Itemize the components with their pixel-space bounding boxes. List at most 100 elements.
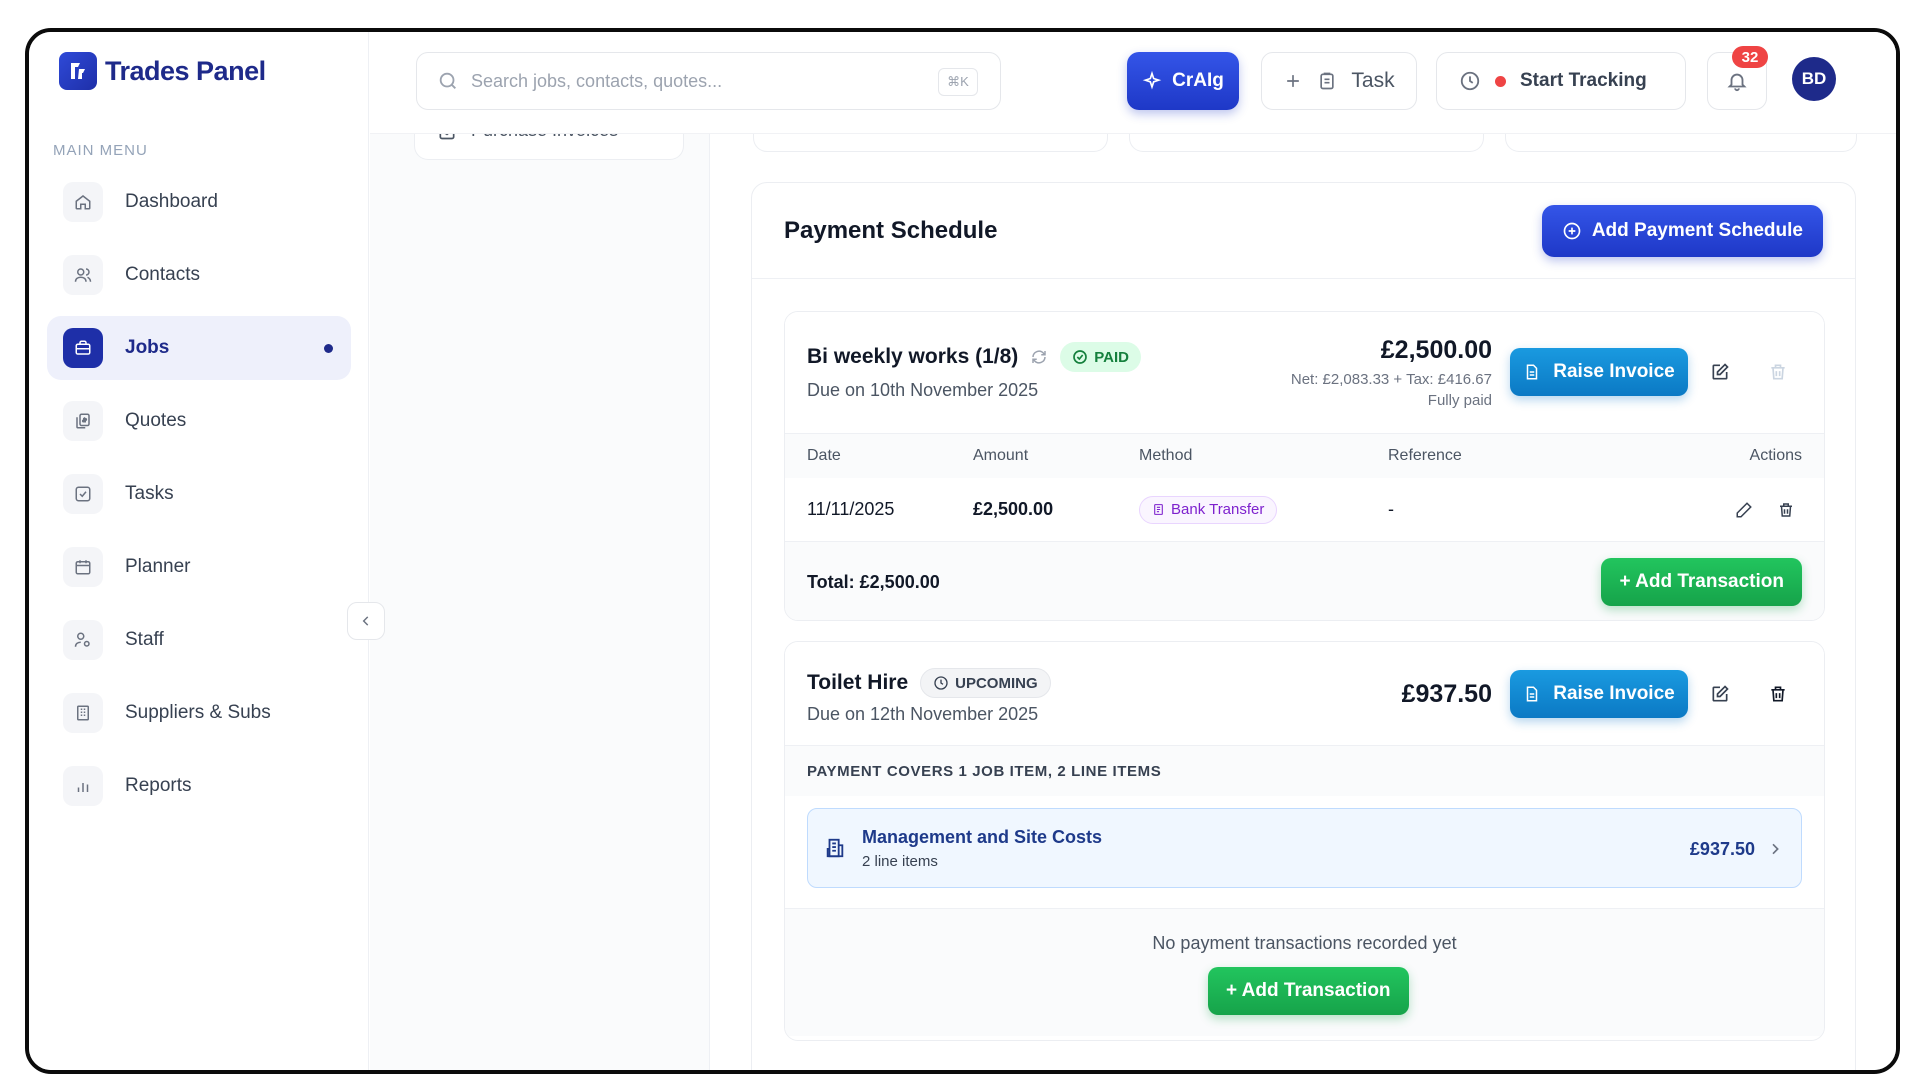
status-label: UPCOMING	[955, 674, 1038, 692]
sidebar-item-dashboard[interactable]: Dashboard	[47, 170, 351, 234]
receipt-icon	[1154, 504, 1163, 515]
edit-icon	[1712, 685, 1729, 702]
column-header-actions: Actions	[1749, 447, 1802, 464]
edit-schedule-button[interactable]	[1704, 356, 1736, 388]
schedule-header: Toilet Hire UPCOMING Due on 12th Novembe…	[785, 642, 1824, 746]
plus-icon	[1287, 75, 1300, 87]
sidebar-item-contacts[interactable]: Contacts	[47, 243, 351, 307]
schedule-amount-block: £937.50	[1402, 680, 1492, 709]
main-nav: Dashboard Contacts Jobs Quotes Tasks Pla…	[47, 170, 351, 827]
covered-job-item[interactable]: Management and Site Costs 2 line items £…	[807, 808, 1802, 888]
search-input[interactable]	[471, 70, 911, 92]
schedule-item: Bi weekly works (1/8) PAID Due on 10th N…	[784, 311, 1825, 621]
column-header-date: Date	[807, 447, 841, 464]
building-icon	[826, 838, 844, 858]
plus-circle-icon	[1563, 222, 1581, 240]
edit-transaction-button[interactable]	[1728, 494, 1760, 526]
transaction-date: 11/11/2025	[807, 499, 895, 519]
check-circle-icon	[1073, 350, 1088, 364]
trash-icon	[1771, 364, 1785, 380]
payment-method-badge: Bank Transfer	[1139, 495, 1278, 524]
schedule-header: Bi weekly works (1/8) PAID Due on 10th N…	[785, 312, 1824, 434]
delete-transaction-button[interactable]	[1770, 494, 1802, 526]
bell-icon	[1727, 73, 1747, 92]
trash-icon	[1771, 686, 1785, 702]
raise-invoice-label: Raise Invoice	[1553, 683, 1675, 704]
column-header-reference: Reference	[1388, 447, 1462, 464]
bar-chart-icon	[63, 766, 103, 806]
sidebar-item-planner[interactable]: Planner	[47, 535, 351, 599]
app-window: Trades Panel MAIN MENU Dashboard Contact…	[25, 28, 1900, 1074]
user-avatar[interactable]: BD	[1792, 57, 1836, 101]
collapse-sidebar-button[interactable]	[347, 602, 385, 640]
payment-covers-label: PAYMENT COVERS 1 JOB ITEM, 2 LINE ITEMS	[785, 746, 1824, 796]
schedule-name: Toilet Hire	[807, 671, 909, 694]
chevron-left-icon	[362, 616, 369, 626]
sidebar-item-label: Reports	[125, 775, 192, 796]
delete-schedule-button[interactable]	[1762, 356, 1794, 388]
edit-schedule-button[interactable]	[1704, 678, 1736, 710]
sidebar-item-reports[interactable]: Reports	[47, 754, 351, 818]
schedule-name: Bi weekly works (1/8)	[807, 345, 1019, 368]
add-transaction-button[interactable]: + Add Transaction	[1601, 558, 1802, 606]
sidebar-item-label: Quotes	[125, 410, 187, 431]
search-box[interactable]: ⌘K	[416, 52, 1001, 110]
status-badge: PAID	[1060, 342, 1141, 372]
payment-status-text: Fully paid	[1427, 392, 1492, 409]
column-header-amount: Amount	[973, 447, 1029, 464]
delete-schedule-button[interactable]	[1762, 678, 1794, 710]
start-tracking-button[interactable]: Start Tracking	[1436, 52, 1686, 110]
recurring-icon	[1032, 350, 1047, 364]
raise-invoice-button[interactable]: Raise Invoice	[1510, 348, 1688, 396]
add-task-button[interactable]: Task	[1261, 52, 1417, 110]
logo[interactable]: Trades Panel	[59, 52, 266, 90]
status-label: PAID	[1094, 348, 1129, 366]
home-icon	[63, 182, 103, 222]
summary-card-stub	[1505, 132, 1857, 152]
schedule-amount-block: £2,500.00 Net: £2,083.33 + Tax: £416.67 …	[1291, 336, 1492, 411]
document-icon	[1527, 364, 1538, 380]
payment-method-label: Bank Transfer	[1171, 501, 1265, 518]
task-label: Task	[1351, 69, 1395, 92]
transaction-amount: £2,500.00	[973, 499, 1054, 519]
transactions-footer: Total: £2,500.00 + Add Transaction	[785, 542, 1824, 620]
column-header-method: Method	[1139, 447, 1193, 464]
raise-invoice-label: Raise Invoice	[1553, 361, 1675, 382]
sidebar-item-suppliers[interactable]: Suppliers & Subs	[47, 681, 351, 745]
copy-dollar-icon	[63, 401, 103, 441]
page-title: Payment Schedule	[784, 216, 998, 244]
craig-ai-button[interactable]: CrAIg	[1127, 52, 1239, 110]
payment-schedule-card: Payment Schedule Add Payment Schedule Bi…	[751, 182, 1856, 1070]
users-icon	[63, 255, 103, 295]
schedule-name-row: Toilet Hire UPCOMING	[807, 668, 1051, 698]
sidebar-item-label: Tasks	[125, 483, 174, 504]
trades-panel-logo-icon	[59, 52, 97, 90]
menu-section-title: MAIN MENU	[53, 142, 148, 159]
transactions-empty-state: No payment transactions recorded yet + A…	[785, 908, 1824, 1036]
schedule-name-row: Bi weekly works (1/8) PAID	[807, 342, 1141, 372]
sidebar-item-quotes[interactable]: Quotes	[47, 389, 351, 453]
tracking-label: Start Tracking	[1520, 70, 1647, 91]
document-icon	[1527, 686, 1538, 702]
sidebar-item-staff[interactable]: Staff	[47, 608, 351, 672]
jobs-subpanel: Purchase Invoices	[370, 32, 710, 1070]
pencil-icon	[1736, 502, 1752, 518]
sidebar-item-jobs[interactable]: Jobs	[47, 316, 351, 380]
clock-icon	[934, 676, 948, 690]
edit-icon	[1712, 363, 1729, 380]
table-row: 11/11/2025 £2,500.00 Bank Transfer -	[785, 478, 1824, 542]
transactions-table-header: Date Amount Method Reference Actions	[785, 434, 1824, 478]
payment-schedule-header: Payment Schedule Add Payment Schedule	[752, 183, 1855, 279]
net-tax-breakdown: Net: £2,083.33 + Tax: £416.67	[1290, 371, 1492, 388]
sidebar-item-label: Staff	[125, 629, 164, 650]
top-bar: ⌘K CrAIg Task Start Tracking 32 BD	[370, 32, 1896, 134]
active-indicator-dot	[324, 343, 333, 353]
schedule-amount: £2,500.00	[1380, 336, 1492, 364]
raise-invoice-button[interactable]: Raise Invoice	[1510, 670, 1688, 718]
sidebar: Trades Panel MAIN MENU Dashboard Contact…	[29, 32, 369, 1070]
sidebar-item-tasks[interactable]: Tasks	[47, 462, 351, 526]
add-transaction-button[interactable]: + Add Transaction	[1208, 967, 1409, 1015]
add-payment-schedule-button[interactable]: Add Payment Schedule	[1541, 205, 1823, 257]
schedule-amount: £937.50	[1401, 680, 1492, 708]
clipboard-icon	[1320, 72, 1335, 90]
